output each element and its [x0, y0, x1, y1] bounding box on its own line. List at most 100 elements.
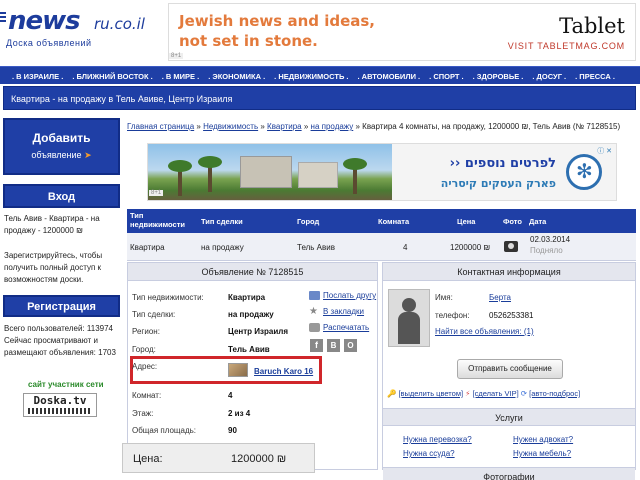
nav-item-leisure[interactable]: . ДОСУГ .: [532, 72, 566, 81]
price-value: 1200000 ₪: [231, 453, 287, 465]
doska-network-badge[interactable]: Doska.tv: [23, 393, 97, 417]
star-icon: ★: [309, 306, 318, 317]
add-listing-button[interactable]: Добавить объявление ➤: [3, 118, 120, 175]
envelope-icon: [309, 291, 320, 300]
banner-visit-link[interactable]: VISIT TABLETMAG.COM: [508, 41, 625, 51]
print-link[interactable]: Распечатать: [323, 323, 369, 332]
page-title: Квартира - на продажу в Тель Авиве, Цент…: [11, 94, 233, 104]
contact-name-label: Имя:: [435, 293, 453, 302]
service-furniture-link[interactable]: Нужна мебель?: [513, 449, 571, 458]
main-navigation: . В ИЗРАИЛЕ . . БЛИЖНИЙ ВОСТОК . . В МИР…: [0, 66, 640, 84]
banner-line-1: Jewish news and ideas,: [179, 12, 376, 30]
ad-palm-tree: [168, 160, 192, 196]
cell-date: 02.03.2014: [530, 235, 571, 244]
nav-item-middle-east[interactable]: . БЛИЖНИЙ ВОСТОК .: [72, 72, 152, 81]
banner-plusone-badge[interactable]: 8+1: [169, 53, 184, 59]
service-loan-link[interactable]: Нужна ссуда?: [403, 449, 455, 458]
field-value-rooms: 4: [228, 391, 233, 400]
nav-item-economy[interactable]: . ЭКОНОМИКА .: [208, 72, 265, 81]
field-label-region: Регион:: [132, 327, 160, 336]
nav-item-sport[interactable]: . СПОРТ .: [429, 72, 463, 81]
column-header-date: Дата: [529, 217, 547, 226]
field-label-area: Общая площадь:: [132, 426, 197, 435]
contact-title: Контактная информация: [383, 263, 635, 281]
cell-city: Тель Авив: [297, 243, 335, 252]
refresh-icon: ⟳: [520, 389, 528, 398]
contact-name-value[interactable]: Берта: [489, 293, 511, 302]
nav-item-israel[interactable]: . В ИЗРАИЛЕ .: [12, 72, 63, 81]
nav-item-health[interactable]: . ЗДОРОВЬЕ .: [473, 72, 524, 81]
service-moving-link[interactable]: Нужна перевозка?: [403, 435, 472, 444]
field-value-deal: на продажу: [228, 310, 274, 319]
cell-type: Квартира: [130, 243, 165, 252]
table-row[interactable]: Квартира на продажу Тель Авив 4 1200000 …: [127, 233, 636, 261]
top-banner-ad[interactable]: Jewish news and ideas, not set in stone.…: [168, 3, 636, 61]
promo-options: 🔑 [выделить цветом] ⚡ [сделать VIP] ⟳ [а…: [387, 389, 635, 398]
send-message-button[interactable]: Отправить сообщение: [457, 359, 563, 379]
ad-photo: [148, 144, 392, 200]
address-map-thumbnail[interactable]: [228, 363, 248, 377]
badge-stripes: [28, 408, 92, 414]
ad-palm-tree: [198, 156, 222, 192]
nav-item-realty[interactable]: . НЕДВИЖИМОСТЬ .: [274, 72, 348, 81]
field-value-region: Центр Израиля: [228, 327, 288, 336]
login-button[interactable]: Вход: [3, 184, 120, 208]
odnoklassniki-icon[interactable]: О: [344, 339, 357, 352]
auto-bump-link[interactable]: [авто-подброс]: [529, 389, 580, 398]
field-label-address: Адрес:: [132, 362, 158, 371]
avatar: [388, 289, 430, 347]
field-label-type: Тип недвижимости:: [132, 293, 204, 302]
breadcrumb-separator: »: [355, 122, 360, 131]
content-banner-ad[interactable]: לפרטים נוספים ‹‹ פארק העסקים קיסריה ⓘ ✕ …: [147, 143, 617, 201]
ad-subline: פארק העסקים קיסריה: [440, 177, 556, 190]
breadcrumb-separator: »: [196, 122, 201, 131]
highlight-color-link[interactable]: [выделить цветом]: [398, 389, 463, 398]
contact-phone-value: 0526253381: [489, 311, 534, 320]
ad-palm-tree: [343, 158, 367, 194]
register-button[interactable]: Регистрация: [3, 295, 120, 317]
listing-details-title: Объявление № 7128515: [128, 263, 377, 281]
service-lawyer-link[interactable]: Нужен адвокат?: [513, 435, 573, 444]
price-box: Цена: 1200000 ₪: [122, 443, 315, 473]
ad-brand-logo-icon: [566, 154, 602, 190]
doska-badge-label: Doska.tv: [33, 394, 87, 407]
column-header-type: Тип недвижимости: [130, 211, 185, 229]
column-header-rooms: Комната: [378, 217, 410, 226]
field-label-rooms: Комнат:: [132, 391, 162, 400]
photos-title: Фотографии: [383, 467, 635, 480]
bookmark-link[interactable]: В закладки: [323, 307, 364, 316]
sidebar-register-note: Зарегистрируйтесь, чтобы получить полный…: [4, 251, 103, 284]
all-ads-link[interactable]: Найти все объявления: (1): [435, 327, 534, 336]
field-value-area: 90: [228, 426, 237, 435]
register-label: Регистрация: [27, 301, 96, 313]
contact-phone-label: телефон:: [435, 311, 470, 320]
site-logo[interactable]: news ru.co.il Доска объявлений: [0, 0, 170, 62]
ad-headline: לפרטים נוספים ‹‹: [449, 156, 556, 171]
breadcrumb-realty[interactable]: Недвижимость: [203, 122, 258, 131]
field-label-deal: Тип сделки:: [132, 310, 176, 319]
banner-line-2: not set in stone.: [179, 32, 318, 50]
services-title: Услуги: [383, 408, 635, 426]
nav-item-press[interactable]: . ПРЕССА .: [575, 72, 615, 81]
banner-brand: Tablet: [559, 14, 625, 38]
nav-item-world[interactable]: . В МИРЕ .: [162, 72, 199, 81]
ad-info-close-icon[interactable]: ⓘ ✕: [597, 146, 612, 156]
vkontakte-icon[interactable]: В: [327, 339, 340, 352]
send-to-friend-link[interactable]: Послать другу: [323, 291, 376, 300]
breadcrumb-apartment[interactable]: Квартира: [267, 122, 302, 131]
camera-icon[interactable]: [504, 241, 518, 252]
ad-building: [240, 156, 292, 188]
facebook-icon[interactable]: f: [310, 339, 323, 352]
field-value-type: Квартира: [228, 293, 266, 302]
breadcrumb-home[interactable]: Главная страница: [127, 122, 194, 131]
breadcrumb-for-sale[interactable]: на продажу: [311, 122, 354, 131]
sidebar-listing-summary: Тель Авив - Квартира - на продажу - 1200…: [4, 214, 100, 235]
make-vip-link[interactable]: [сделать VIP]: [473, 389, 519, 398]
column-header-deal: Тип сделки: [201, 217, 243, 226]
ad-plusone-badge[interactable]: 8+1: [149, 190, 164, 196]
nav-item-cars[interactable]: . АВТОМОБИЛИ .: [358, 72, 421, 81]
breadcrumb: Главная страница » Недвижимость » Кварти…: [127, 121, 637, 133]
field-value-address[interactable]: Baruch Karo 16: [254, 367, 313, 376]
arrow-right-icon: ➤: [84, 150, 92, 160]
users-statistics: Всего пользователей: 113974 Сейчас просм…: [4, 324, 116, 357]
